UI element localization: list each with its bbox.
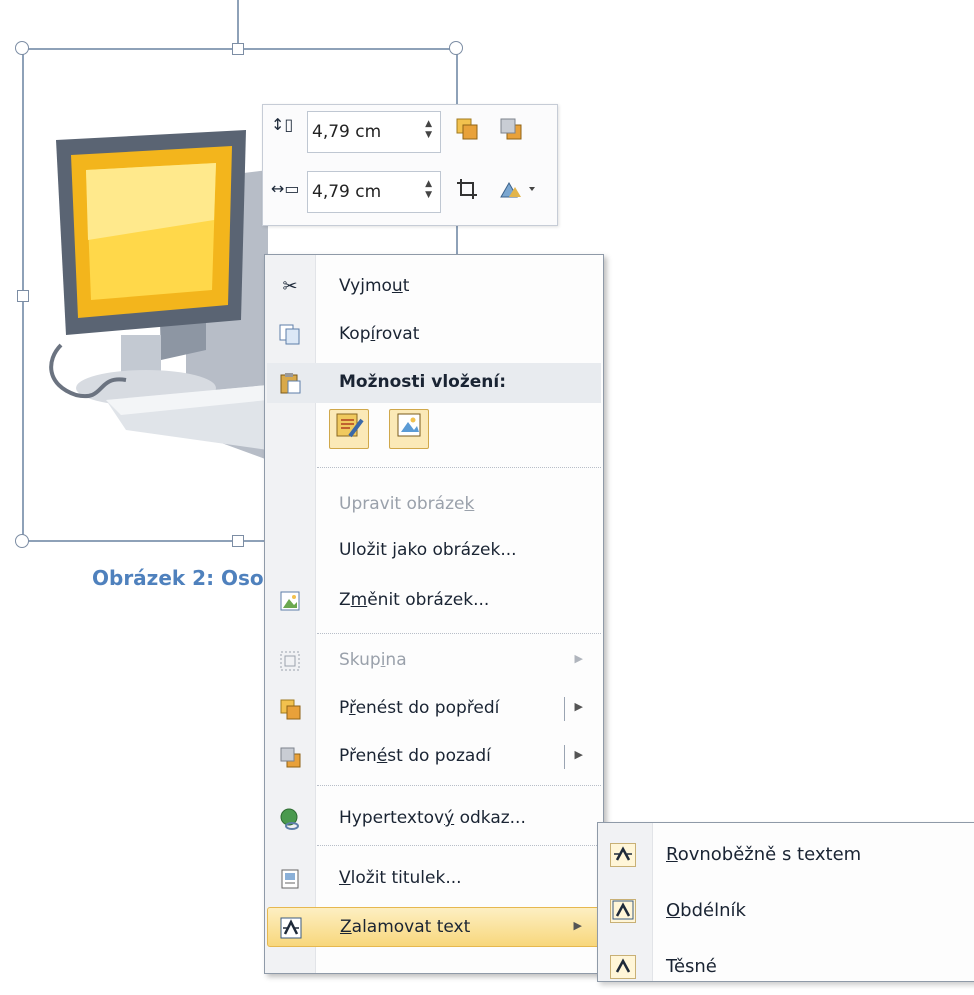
shape-height-value: 4,79 cm — [312, 122, 382, 142]
crop-icon[interactable] — [455, 177, 479, 206]
shape-height-icon: ↕▯ — [271, 115, 294, 134]
menu-separator — [317, 633, 601, 634]
resize-handle-top-right[interactable] — [449, 41, 463, 55]
menu-item-send-backward[interactable]: Přenést do pozadí ▶ — [267, 737, 601, 777]
bring-forward-icon — [277, 697, 303, 721]
wrap-square-icon — [610, 843, 636, 867]
menu-item-change-picture[interactable]: Změnit obrázek... — [267, 581, 601, 621]
menu-item-save-as-picture[interactable]: Uložit jako obrázek... — [267, 531, 601, 571]
spinner-arrows-icon[interactable]: ▲ ▼ — [425, 179, 432, 201]
context-menu: ✂ Vyjmout Kopírovat Možnosti vložení: Up… — [264, 254, 604, 974]
group-icon — [277, 649, 303, 673]
wrap-tight-icon — [610, 955, 636, 979]
submenu-arrow-icon: ▶ — [573, 919, 582, 932]
menu-item-insert-caption[interactable]: Vložit titulek... — [267, 859, 601, 899]
resize-handle-left[interactable] — [17, 290, 29, 302]
copy-icon — [277, 323, 303, 347]
menu-item-wrap-text[interactable]: Zalamovat text ▶ — [267, 907, 601, 947]
submenu-arrow-icon[interactable]: ▶ — [575, 700, 583, 713]
resize-handle-top-left[interactable] — [15, 41, 29, 55]
change-picture-icon — [277, 589, 303, 613]
hyperlink-icon — [277, 807, 303, 831]
submenu-item-square[interactable]: Rovnoběžně s textem — [598, 827, 974, 883]
send-backward-icon[interactable] — [499, 117, 523, 146]
send-backward-icon — [277, 745, 303, 769]
menu-item-group[interactable]: Skupina ▶ — [267, 641, 601, 681]
menu-separator — [317, 467, 601, 468]
spinner-arrows-icon[interactable]: ▲ ▼ — [425, 119, 432, 141]
menu-separator — [317, 785, 601, 786]
paste-icon — [277, 371, 303, 395]
insert-caption-icon — [277, 867, 303, 891]
shape-width-spinner[interactable]: 4,79 cm ▲ ▼ — [307, 171, 441, 213]
figure-caption: Obrázek 2: Oso — [92, 566, 264, 590]
paste-options-label: Možnosti vložení: — [339, 372, 507, 392]
resize-handle-bottom-left[interactable] — [15, 534, 29, 548]
scissors-icon: ✂ — [282, 276, 298, 297]
computer-picture — [49, 130, 268, 460]
shape-width-icon: ↔▭ — [271, 179, 300, 198]
resize-handle-top[interactable] — [232, 43, 244, 55]
wrap-text-icon — [278, 916, 304, 940]
resize-handle-bottom[interactable] — [232, 535, 244, 547]
menu-header-paste-options: Možnosti vložení: — [267, 363, 601, 403]
submenu-item-tight[interactable]: Těsné — [598, 939, 974, 995]
bring-forward-icon[interactable] — [455, 117, 479, 146]
menu-item-bring-forward[interactable]: Přenést do popředí ▶ — [267, 689, 601, 729]
paste-as-picture-button[interactable] — [389, 409, 429, 449]
submenu-arrow-icon[interactable]: ▶ — [575, 748, 583, 761]
menu-item-copy[interactable]: Kopírovat — [267, 315, 601, 355]
wrap-text-dropdown-icon[interactable] — [499, 177, 539, 206]
menu-item-cut[interactable]: ✂ Vyjmout — [267, 267, 601, 307]
menu-separator — [317, 845, 601, 846]
wrap-rectangle-icon — [610, 899, 636, 923]
submenu-item-rectangle[interactable]: Obdélník — [598, 883, 974, 939]
picture-mini-toolbar: ↕▯ 4,79 cm ▲ ▼ ↔▭ 4,79 cm ▲ ▼ — [262, 104, 558, 226]
shape-width-value: 4,79 cm — [312, 182, 382, 202]
rotation-line — [237, 0, 239, 48]
menu-item-edit-picture[interactable]: Upravit obrázek — [267, 485, 601, 525]
submenu-arrow-icon: ▶ — [574, 652, 583, 665]
menu-item-hyperlink[interactable]: Hypertextový odkaz... — [267, 799, 601, 839]
wrap-text-submenu: Rovnoběžně s textem Obdélník Těsné — [597, 822, 974, 982]
shape-height-spinner[interactable]: 4,79 cm ▲ ▼ — [307, 111, 441, 153]
paste-keep-formatting-button[interactable] — [329, 409, 369, 449]
